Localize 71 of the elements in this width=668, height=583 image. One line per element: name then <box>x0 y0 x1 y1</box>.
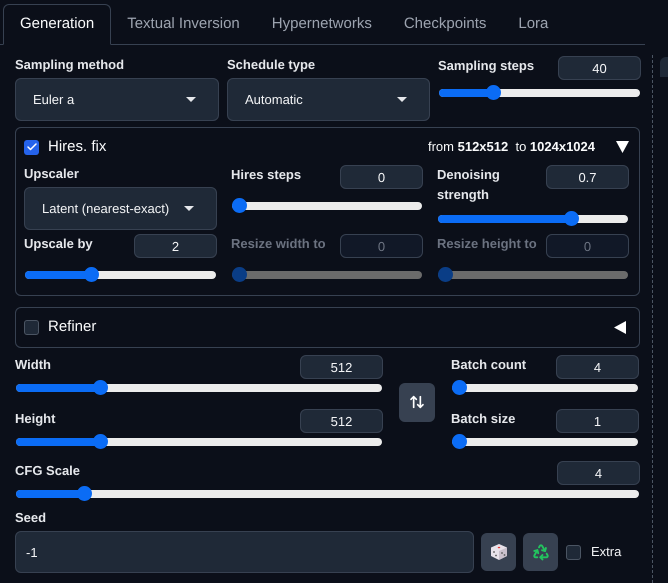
field-label: Height <box>15 410 56 428</box>
section-title: Refiner <box>48 317 96 338</box>
resolution-summary: from 512x512 to 1024x1024 <box>428 138 595 156</box>
random-seed-button[interactable] <box>481 533 516 571</box>
recycle-icon <box>532 543 550 561</box>
slider-thumb[interactable] <box>92 434 108 449</box>
checkbox[interactable] <box>566 544 581 560</box>
slider[interactable] <box>438 211 628 226</box>
dropdown[interactable]: Automatic <box>227 78 430 121</box>
section-title: Hires. fix <box>48 136 106 157</box>
number-field[interactable]: 4 <box>557 461 640 485</box>
slider-thumb[interactable] <box>232 198 247 213</box>
field-label: CFG Scale <box>15 462 80 480</box>
checkbox[interactable] <box>24 320 39 335</box>
slider-thumb[interactable] <box>84 267 100 282</box>
field-label: Denoising strength <box>437 166 501 204</box>
reuse-seed-button[interactable] <box>523 533 558 571</box>
swap-arrows-icon <box>409 394 425 410</box>
field-label: Sampling steps <box>438 57 534 75</box>
field-label: Width <box>15 356 51 374</box>
number-field[interactable]: 40 <box>558 56 641 80</box>
checkbox[interactable] <box>24 140 39 154</box>
slider[interactable] <box>452 380 638 395</box>
number-field[interactable]: 512 <box>300 409 383 433</box>
field-label: Batch size <box>451 410 516 428</box>
slider-thumb[interactable] <box>486 85 501 100</box>
dropdown[interactable]: Euler a <box>15 78 219 121</box>
slider[interactable] <box>452 434 638 449</box>
field-label: Resize height to <box>437 235 537 253</box>
tab[interactable]: Checkpoints <box>388 4 502 45</box>
slider-thumb[interactable] <box>92 380 108 395</box>
slider-thumb[interactable] <box>452 380 467 395</box>
slider[interactable] <box>232 198 422 213</box>
slider[interactable] <box>439 85 640 100</box>
caret-icon <box>186 96 196 102</box>
slider[interactable] <box>25 267 216 282</box>
caret-icon <box>397 96 407 102</box>
checkbox-label: Extra <box>591 543 622 562</box>
slider[interactable] <box>16 434 382 449</box>
field-label: Resize width to <box>231 235 326 253</box>
caret-icon <box>184 206 194 212</box>
slider[interactable] <box>16 486 639 501</box>
tab[interactable]: Generation <box>3 4 112 45</box>
dice-icon <box>490 543 508 561</box>
number-field[interactable]: 0 <box>340 165 423 189</box>
field-label: Sampling method <box>15 56 126 74</box>
dropdown[interactable]: Latent (nearest-exact) <box>24 187 217 230</box>
field-label: Upscale by <box>24 235 93 253</box>
number-field[interactable]: 4 <box>556 355 639 379</box>
side-panel <box>660 57 668 77</box>
field-label: Batch count <box>451 356 526 374</box>
field-label: Hires steps <box>231 166 302 184</box>
number-field[interactable]: 0.7 <box>546 165 629 189</box>
number-field[interactable]: 1 <box>556 409 639 433</box>
check-icon <box>26 141 38 153</box>
field-label: Upscaler <box>24 165 80 183</box>
tab[interactable]: Hypernetworks <box>256 4 388 45</box>
field-label: Seed <box>15 509 48 527</box>
slider[interactable] <box>16 380 382 395</box>
number-field[interactable]: 2 <box>134 234 217 258</box>
expand-triangle-icon[interactable] <box>614 321 626 334</box>
tab[interactable]: Lora <box>502 4 564 45</box>
swap-button[interactable] <box>399 382 435 422</box>
seed-field[interactable]: -1 <box>15 531 474 573</box>
number-field[interactable]: 512 <box>300 355 383 379</box>
field-label: Schedule type <box>227 56 316 74</box>
slider-thumb[interactable] <box>452 434 467 449</box>
slider-thumb[interactable] <box>77 486 92 501</box>
slider-thumb[interactable] <box>564 211 578 226</box>
tab[interactable]: Textual Inversion <box>111 4 256 45</box>
collapse-triangle-icon[interactable] <box>616 141 629 153</box>
